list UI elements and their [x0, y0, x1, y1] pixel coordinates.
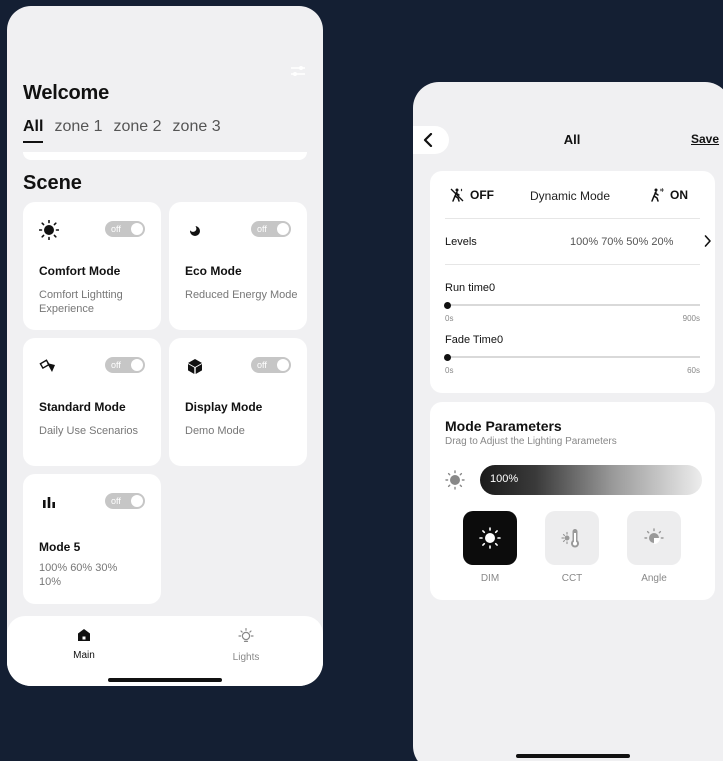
run-time-max: 900s: [682, 314, 700, 323]
home-indicator: [108, 678, 222, 682]
fade-time-slider[interactable]: [444, 353, 700, 361]
scene-card-display[interactable]: off Display Mode Demo Mode: [169, 338, 307, 466]
sun-icon: [479, 527, 501, 549]
angle-icon: [644, 528, 664, 544]
home-icon: [78, 629, 90, 641]
run-time-slider-handle[interactable]: [444, 301, 451, 309]
mode-parameters-title: Mode Parameters: [445, 418, 562, 434]
toggle-knob: [131, 223, 143, 235]
mode-parameters-subtitle: Drag to Adjust the Lighting Parameters: [445, 436, 617, 447]
tab-all[interactable]: All: [23, 118, 44, 143]
toggle-knob: [131, 495, 143, 507]
dynamic-off-label: OFF: [470, 188, 494, 202]
scene-card-standard[interactable]: off Standard Mode Daily Use Scenarios: [23, 338, 161, 466]
brightness-icon: [445, 470, 465, 490]
levels-label: Levels: [445, 236, 477, 248]
bar-chart-icon: [43, 497, 55, 508]
mode-5-toggle[interactable]: off: [105, 493, 145, 509]
levels-value[interactable]: 100% 70% 50% 20%: [570, 236, 673, 248]
scene-detail-screen: All Save OFF Dynamic Mode ON Levels 100%…: [413, 82, 723, 761]
fade-time-max: 60s: [687, 366, 700, 375]
nav-label: Main: [73, 650, 95, 661]
divider: [445, 264, 700, 265]
nav-main[interactable]: Main: [44, 628, 124, 661]
scene-card-comfort[interactable]: off Comfort Mode Comfort Lightting Exper…: [23, 202, 161, 330]
dynamic-on-button[interactable]: ON: [650, 188, 688, 202]
dynamic-on-label: ON: [670, 188, 688, 202]
filter-icon[interactable]: [290, 64, 306, 78]
standard-toggle[interactable]: off: [105, 357, 145, 373]
toggle-knob: [277, 223, 289, 235]
comfort-toggle[interactable]: off: [105, 221, 145, 237]
run-time-label: Run time0: [445, 282, 496, 294]
collapsed-panel: [23, 152, 307, 160]
bottom-nav: Main Lights: [7, 616, 323, 686]
toggle-label: off: [111, 360, 121, 370]
brightness-value: 100%: [490, 473, 519, 485]
chevron-right-icon[interactable]: [704, 232, 712, 250]
nav-lights[interactable]: Lights: [206, 628, 286, 663]
scene-name: Comfort Mode: [39, 264, 121, 278]
toggle-knob: [131, 359, 143, 371]
toggle-label: off: [111, 224, 121, 234]
angle-mode-label: Angle: [641, 573, 667, 584]
main-screen: Welcome All zone 1 zone 2 zone 3 Scene o…: [7, 6, 323, 686]
home-indicator: [516, 754, 630, 758]
toggle-label: off: [111, 496, 121, 506]
toggle-label: off: [257, 360, 267, 370]
scene-title: Scene: [23, 172, 82, 194]
dynamic-mode-label: Dynamic Mode: [530, 189, 611, 203]
run-time-slider[interactable]: [444, 301, 700, 309]
lightbulb-icon: [238, 628, 254, 642]
scene-card-eco[interactable]: off Eco Mode Reduced Energy Mode: [169, 202, 307, 330]
display-toggle[interactable]: off: [251, 357, 291, 373]
brightness-slider[interactable]: 100%: [480, 465, 702, 495]
divider: [445, 218, 700, 219]
angle-mode-button[interactable]: [627, 511, 681, 565]
dynamic-settings-card: OFF Dynamic Mode ON Levels 100% 70% 50% …: [430, 171, 715, 393]
sun-icon: [39, 220, 59, 240]
scene-desc: 100% 60% 30% 10%: [39, 562, 118, 588]
scene-name: Mode 5: [39, 540, 81, 554]
tab-zone-3[interactable]: zone 3: [173, 118, 221, 136]
dynamic-mode-row: OFF Dynamic Mode ON: [430, 171, 715, 218]
fade-time-min: 0s: [445, 366, 454, 375]
cct-mode-button[interactable]: [545, 511, 599, 565]
page-title: Welcome: [23, 82, 110, 104]
eco-toggle[interactable]: off: [251, 221, 291, 237]
scene-desc: Demo Mode: [185, 425, 245, 437]
toggle-knob: [277, 359, 289, 371]
fade-time-label: Fade Time0: [445, 334, 504, 346]
tab-zone-1[interactable]: zone 1: [54, 118, 102, 136]
scene-name: Eco Mode: [185, 264, 242, 278]
mode-parameters-card: Mode Parameters Drag to Adjust the Light…: [430, 402, 715, 600]
dim-mode-button[interactable]: [463, 511, 517, 565]
scene-name: Display Mode: [185, 400, 263, 414]
cube-icon: [188, 359, 202, 374]
scene-desc: Daily Use Scenarios: [39, 425, 139, 437]
toggle-label: off: [257, 224, 267, 234]
moon-icon: [189, 225, 200, 236]
thermometer-icon: [561, 529, 579, 548]
tab-zone-2[interactable]: zone 2: [114, 118, 162, 136]
zone-tabs: All zone 1 zone 2 zone 3: [23, 118, 221, 143]
fade-time-slider-handle[interactable]: [444, 353, 451, 361]
nav-label: Lights: [232, 652, 260, 663]
page-title: All: [563, 132, 581, 147]
dim-mode-label: DIM: [480, 573, 500, 584]
save-button[interactable]: Save: [691, 132, 719, 146]
cct-mode-label: CCT: [561, 573, 583, 584]
scene-desc: Comfort Lightting Experience: [39, 289, 123, 315]
dynamic-off-button[interactable]: OFF: [450, 188, 494, 202]
scene-desc: Reduced Energy Mode: [185, 289, 298, 301]
scene-name: Standard Mode: [39, 400, 126, 414]
motion-on-icon: [651, 188, 664, 202]
run-time-min: 0s: [445, 314, 454, 323]
motion-off-icon: [450, 188, 464, 202]
spotlight-icon: [39, 359, 55, 372]
scene-card-mode-5[interactable]: off Mode 5 100% 60% 30% 10%: [23, 474, 161, 604]
